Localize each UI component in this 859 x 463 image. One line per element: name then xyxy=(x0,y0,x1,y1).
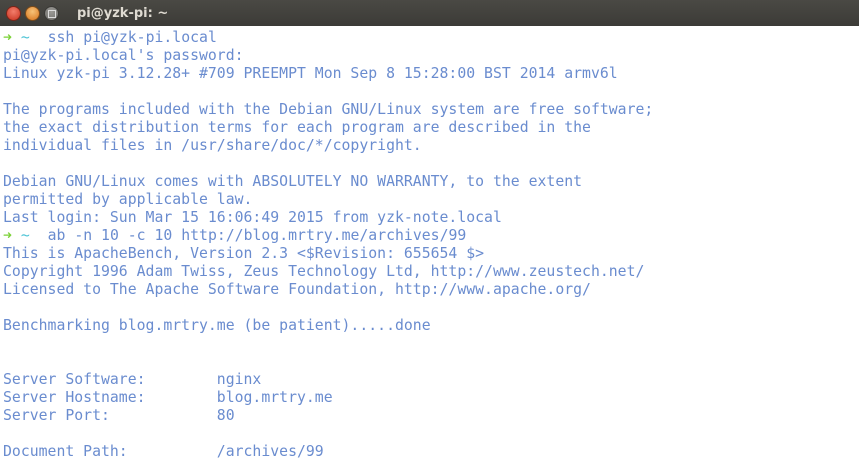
output-line: The programs included with the Debian GN… xyxy=(3,101,654,118)
title-bar: pi@yzk-pi: ~ xyxy=(0,0,859,26)
output-line: Server Port: 80 xyxy=(3,407,235,424)
minimize-button[interactable] xyxy=(25,5,40,21)
output-line: permitted by applicable law. xyxy=(3,191,253,208)
output-line: Copyright 1996 Adam Twiss, Zeus Technolo… xyxy=(3,263,645,280)
output-line: pi@yzk-pi.local's password: xyxy=(3,47,244,64)
maximize-button[interactable] xyxy=(44,5,59,21)
output-line: individual files in /usr/share/doc/*/cop… xyxy=(3,137,422,154)
output-line: Last login: Sun Mar 15 16:06:49 2015 fro… xyxy=(3,209,502,226)
output-line: Benchmarking blog.mrtry.me (be patient).… xyxy=(3,317,431,334)
prompt-arrow-icon: ➜ xyxy=(3,227,12,244)
output-line: Server Software: nginx xyxy=(3,371,262,388)
output-line: the exact distribution terms for each pr… xyxy=(3,119,591,136)
close-button[interactable] xyxy=(6,5,21,21)
window-title: pi@yzk-pi: ~ xyxy=(77,5,169,21)
command-text: ab -n 10 -c 10 http://blog.mrtry.me/arch… xyxy=(47,227,467,244)
command-text: ssh pi@yzk-pi.local xyxy=(47,29,217,46)
output-line: Linux yzk-pi 3.12.28+ #709 PREEMPT Mon S… xyxy=(3,65,618,82)
command-line: ➜ ~ ab -n 10 -c 10 http://blog.mrtry.me/… xyxy=(3,227,653,245)
output-line: Debian GNU/Linux comes with ABSOLUTELY N… xyxy=(3,173,583,190)
output-line: This is ApacheBench, Version 2.3 <$Revis… xyxy=(3,245,485,262)
output-line: Document Path: /archives/99 xyxy=(3,443,324,460)
prompt-arrow-icon: ➜ xyxy=(3,29,12,46)
command-line: ➜ ~ ssh pi@yzk-pi.local xyxy=(3,29,653,47)
output-line: Server Hostname: blog.mrtry.me xyxy=(3,389,333,406)
output-line: Licensed to The Apache Software Foundati… xyxy=(3,281,591,298)
prompt-directory: ~ xyxy=(20,29,30,46)
terminal-output[interactable]: ➜ ~ ssh pi@yzk-pi.local pi@yzk-pi.local's… xyxy=(3,29,653,461)
prompt-directory: ~ xyxy=(20,227,30,244)
